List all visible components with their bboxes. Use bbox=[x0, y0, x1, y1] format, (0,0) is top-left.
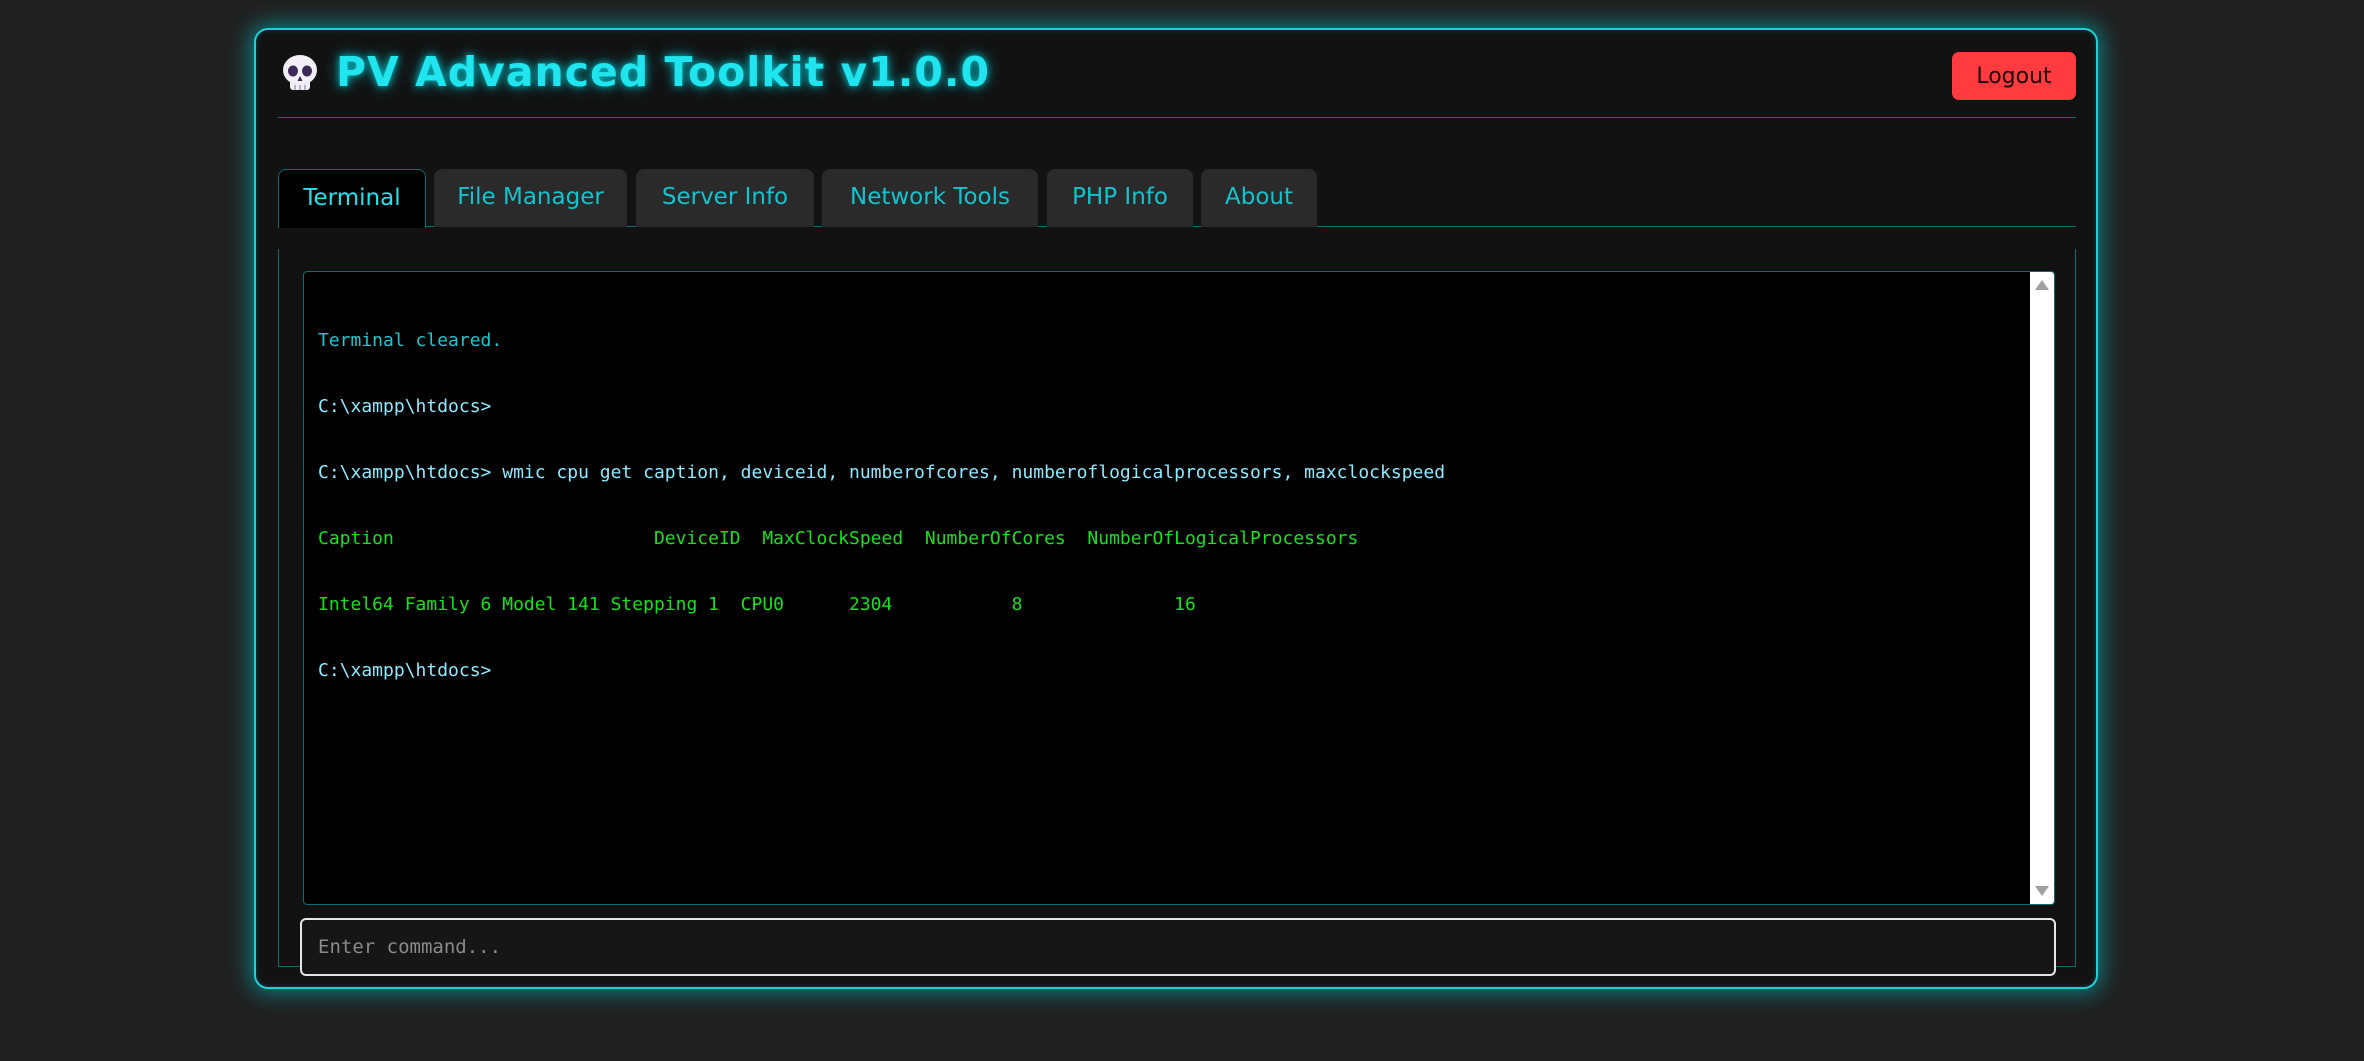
tab-server-info[interactable]: Server Info bbox=[636, 169, 814, 227]
app-title: PV Advanced Toolkit v1.0.0 bbox=[336, 48, 991, 96]
scroll-down-arrow-icon[interactable] bbox=[2035, 886, 2049, 896]
terminal-line: Caption DeviceID MaxClockSpeed NumberOfC… bbox=[318, 528, 1359, 549]
terminal-line: Intel64 Family 6 Model 141 Stepping 1 CP… bbox=[318, 594, 1196, 615]
terminal-scrollbar[interactable] bbox=[2030, 272, 2054, 904]
tab-file-manager[interactable]: File Manager bbox=[434, 169, 627, 227]
tab-terminal[interactable]: Terminal bbox=[278, 169, 426, 228]
terminal-output-area[interactable]: Terminal cleared. C:\xampp\htdocs> C:\xa… bbox=[303, 271, 2055, 905]
terminal-line: C:\xampp\htdocs> wmic cpu get caption, d… bbox=[318, 462, 1446, 483]
command-input[interactable] bbox=[300, 918, 2056, 976]
tab-about[interactable]: About bbox=[1201, 169, 1317, 227]
toolkit-panel: PV Advanced Toolkit v1.0.0 Logout Termin… bbox=[254, 28, 2098, 989]
scroll-up-arrow-icon[interactable] bbox=[2035, 280, 2049, 290]
terminal-line: Terminal cleared. bbox=[318, 330, 503, 351]
skull-icon bbox=[283, 55, 317, 90]
logout-button[interactable]: Logout bbox=[1952, 52, 2076, 100]
terminal-line: C:\xampp\htdocs> bbox=[318, 396, 492, 417]
terminal-output: Terminal cleared. C:\xampp\htdocs> C:\xa… bbox=[318, 286, 2024, 904]
header: PV Advanced Toolkit v1.0.0 Logout bbox=[278, 30, 2076, 118]
tab-bar: Terminal File Manager Server Info Networ… bbox=[278, 141, 2076, 228]
terminal-tab-content: Terminal cleared. C:\xampp\htdocs> C:\xa… bbox=[278, 249, 2076, 976]
terminal-line: C:\xampp\htdocs> bbox=[318, 660, 492, 681]
tab-network-tools[interactable]: Network Tools bbox=[822, 169, 1038, 227]
tab-php-info[interactable]: PHP Info bbox=[1047, 169, 1193, 227]
